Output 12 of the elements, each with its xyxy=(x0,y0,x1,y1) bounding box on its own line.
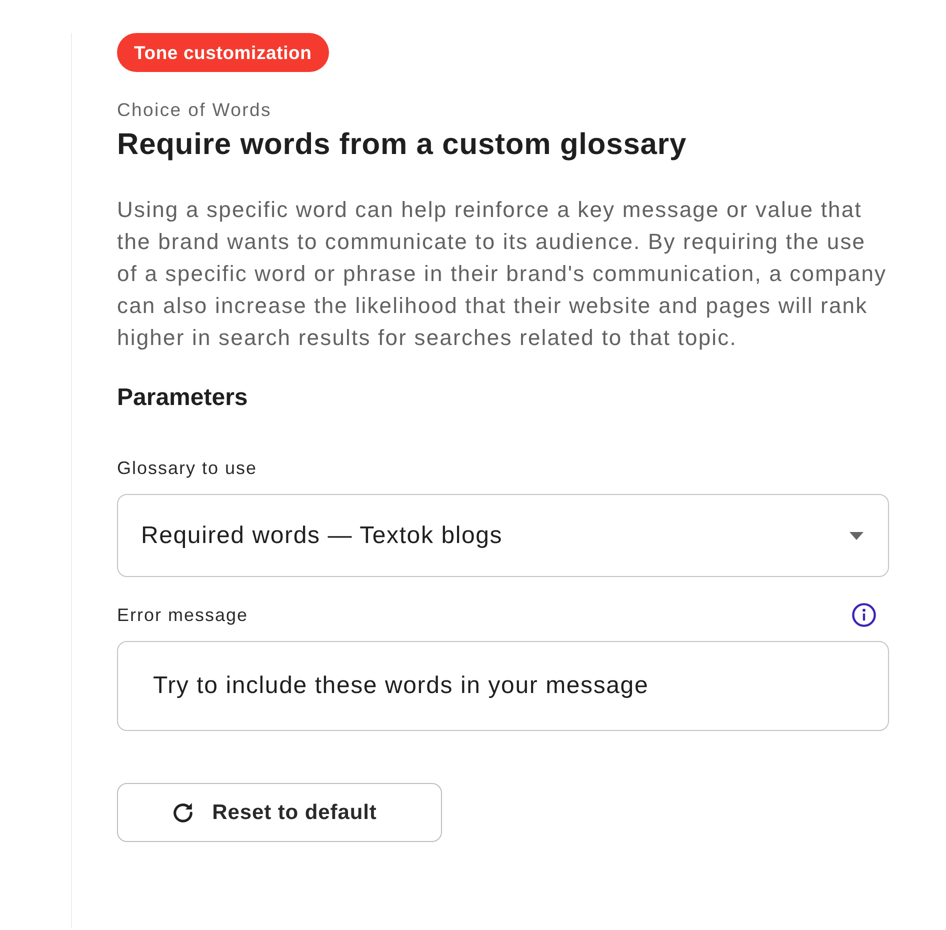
rule-title: Require words from a custom glossary xyxy=(117,127,688,163)
select-field[interactable]: Required words — Textok blogs xyxy=(117,494,889,577)
rule-description: Using a specific word can help reinforce a key message or value that the brand wants to communicate to its audience. By requiring the use of a specific word or phrase in their brand's communication, a company can also increase the likelihood that their website and pages will rank higher in search results for searches related to that topic. xyxy=(117,196,888,352)
field-label: Glossary to use xyxy=(117,457,258,480)
caret-icon xyxy=(849,532,864,540)
info-icon[interactable] xyxy=(852,603,876,627)
rule-category: Choice of Words xyxy=(117,99,272,121)
parameters-heading: Parameters xyxy=(117,383,249,413)
reset-button[interactable]: Reset to default xyxy=(117,783,442,842)
category-badge: Tone customization xyxy=(117,33,329,72)
text-field[interactable]: Try to include these words in your message xyxy=(117,641,889,731)
field-label: Error message xyxy=(117,604,248,627)
